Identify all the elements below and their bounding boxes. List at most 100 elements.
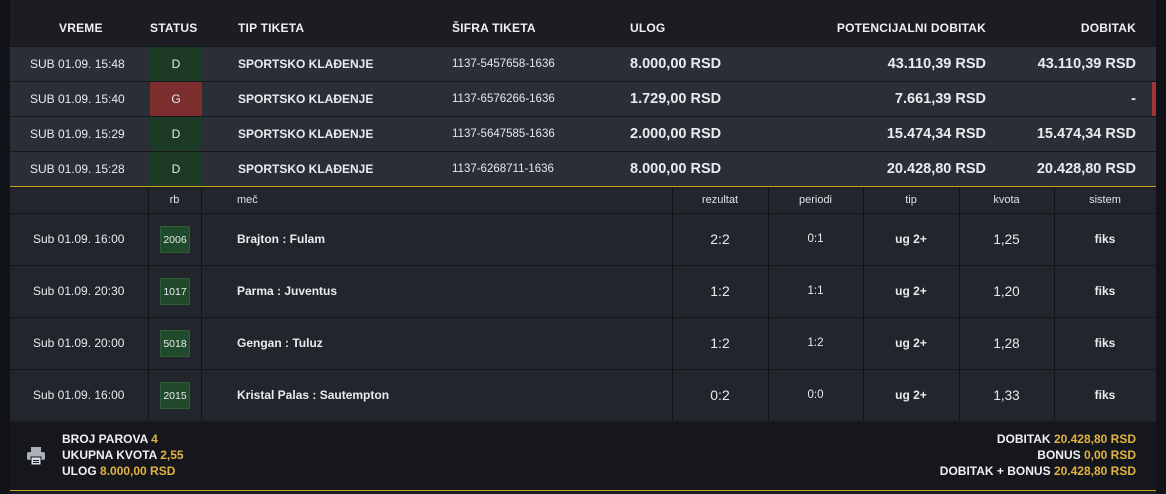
ticket-stake: 2.000,00 RSD xyxy=(630,126,722,142)
dobitak-bonus-label: DOBITAK + BONUS xyxy=(939,464,1051,478)
ticket-date: SUB 01.09. 15:29 xyxy=(30,127,125,141)
col-mec: meč xyxy=(237,194,258,206)
header-status[interactable]: STATUS xyxy=(150,10,197,46)
ticket-code: 1137-6268711-1636 xyxy=(452,163,554,175)
summary-right: DOBITAK 20.428,80 RSD BONUS 0,00 RSD DOB… xyxy=(940,431,1136,479)
match-periods: 0:1 xyxy=(807,233,824,245)
match-rb: 1017 xyxy=(160,278,190,305)
status-badge: D xyxy=(150,152,202,186)
header-sifra-tiketa[interactable]: ŠIFRA TIKETA xyxy=(452,10,536,46)
match-row: Sub 01.09. 20:00 5018 Gengan : Tuluz 1:2… xyxy=(10,317,1156,369)
ticket-stake: 8.000,00 RSD xyxy=(630,161,722,177)
ticket-code: 1137-5647585-1636 xyxy=(452,128,555,140)
ticket-type: SPORTSKO KLAĐENJE xyxy=(238,162,374,176)
col-periodi: periodi xyxy=(798,194,833,206)
header-potencijalni-dobitak[interactable]: POTENCIJALNI DOBITAK xyxy=(837,10,986,46)
ukupna-kvota-value: 2,55 xyxy=(160,448,184,462)
match-tip: ug 2+ xyxy=(895,336,927,350)
match-date: Sub 01.09. 16:00 xyxy=(33,232,125,246)
bonus-value: 0,00 RSD xyxy=(1083,448,1136,462)
left-edge xyxy=(0,0,10,494)
ticket-row[interactable]: SUB 01.09. 15:48 D SPORTSKO KLAĐENJE 113… xyxy=(10,46,1156,81)
match-name: Parma : Juventus xyxy=(237,284,338,298)
ticket-stake: 1.729,00 RSD xyxy=(630,91,722,107)
match-date: Sub 01.09. 20:00 xyxy=(33,336,125,350)
ticket-potential-win: 7.661,39 RSD xyxy=(894,91,986,107)
ticket-potential-win: 20.428,80 RSD xyxy=(886,161,986,177)
details-header: rb meč rezultat periodi tip kvota sistem xyxy=(10,188,1156,213)
ticket-code: 1137-6576266-1636 xyxy=(452,93,555,105)
expanded-divider xyxy=(10,186,1156,187)
ticket-summary: BROJ PAROVA 4 UKUPNA KVOTA 2,55 ULOG 8.0… xyxy=(10,422,1156,490)
match-odds: 1,33 xyxy=(993,388,1020,403)
tickets-panel: VREME STATUS TIP TIKETA ŠIFRA TIKETA ULO… xyxy=(10,0,1156,494)
lost-indicator xyxy=(1152,82,1156,116)
ticket-row[interactable]: SUB 01.09. 15:29 D SPORTSKO KLAĐENJE 113… xyxy=(10,116,1156,151)
ticket-type: SPORTSKO KLAĐENJE xyxy=(238,92,374,106)
match-periods: 0:0 xyxy=(807,389,824,401)
printer-icon[interactable] xyxy=(26,446,46,466)
col-sistem: sistem xyxy=(1089,194,1121,206)
match-row: Sub 01.09. 20:30 1017 Parma : Juventus 1… xyxy=(10,265,1156,317)
tickets-table-header: VREME STATUS TIP TIKETA ŠIFRA TIKETA ULO… xyxy=(10,10,1156,46)
header-ulog[interactable]: ULOG xyxy=(630,10,665,46)
match-name: Kristal Palas : Sautempton xyxy=(237,388,390,402)
dobitak-bonus-value: 20.428,80 RSD xyxy=(1053,464,1136,478)
match-system: fiks xyxy=(1094,232,1116,246)
ticket-row-expanded[interactable]: SUB 01.09. 15:28 D SPORTSKO KLAĐENJE 113… xyxy=(10,151,1156,186)
col-kvota: kvota xyxy=(993,194,1020,206)
ticket-row[interactable]: SUB 01.09. 15:40 G SPORTSKO KLAĐENJE 113… xyxy=(10,81,1156,116)
broj-parova: BROJ PAROVA 4 xyxy=(62,431,184,447)
ukupna-kvota-label: UKUPNA KVOTA xyxy=(62,448,157,462)
match-tip: ug 2+ xyxy=(895,388,927,402)
header-dobitak[interactable]: DOBITAK xyxy=(1081,10,1136,46)
bonus-label: BONUS xyxy=(1037,448,1081,462)
ticket-win: 43.110,39 RSD xyxy=(1037,56,1136,72)
match-periods: 1:2 xyxy=(807,337,824,349)
ticket-stake: 8.000,00 RSD xyxy=(630,56,722,72)
match-rb: 2015 xyxy=(160,382,190,409)
col-rb: rb xyxy=(169,194,180,206)
match-tip: ug 2+ xyxy=(895,284,927,298)
match-name: Gengan : Tuluz xyxy=(237,336,323,350)
ticket-date: SUB 01.09. 15:40 xyxy=(30,92,125,106)
ticket-date: SUB 01.09. 15:28 xyxy=(30,162,125,176)
status-badge: D xyxy=(150,117,202,151)
match-system: fiks xyxy=(1094,336,1116,350)
match-odds: 1,20 xyxy=(993,284,1020,299)
bonus: BONUS 0,00 RSD xyxy=(940,447,1136,463)
match-odds: 1,25 xyxy=(993,232,1020,247)
match-rb: 5018 xyxy=(160,330,190,357)
summary-left: BROJ PAROVA 4 UKUPNA KVOTA 2,55 ULOG 8.0… xyxy=(62,431,184,479)
match-result: 1:2 xyxy=(710,283,730,299)
ticket-date: SUB 01.09. 15:48 xyxy=(30,57,125,71)
ticket-potential-win: 15.474,34 RSD xyxy=(886,126,986,142)
status-badge: D xyxy=(150,47,202,81)
match-row: Sub 01.09. 16:00 2006 Brajton : Fulam 2:… xyxy=(10,213,1156,265)
ticket-type: SPORTSKO KLAĐENJE xyxy=(238,57,374,71)
ticket-potential-win: 43.110,39 RSD xyxy=(887,56,986,72)
match-date: Sub 01.09. 16:00 xyxy=(33,388,125,402)
col-rezultat: rezultat xyxy=(701,194,739,206)
header-vreme[interactable]: VREME xyxy=(59,10,103,46)
match-result: 0:2 xyxy=(710,387,730,403)
match-periods: 1:1 xyxy=(807,285,824,297)
ticket-win: 20.428,80 RSD xyxy=(1036,161,1136,177)
match-name: Brajton : Fulam xyxy=(237,232,326,246)
header-tip-tiketa[interactable]: TIP TIKETA xyxy=(238,10,304,46)
ulog-label: ULOG xyxy=(62,464,97,478)
match-rb: 2006 xyxy=(160,226,190,253)
right-edge xyxy=(1156,0,1166,494)
match-odds: 1,28 xyxy=(993,336,1020,351)
match-result: 1:2 xyxy=(710,335,730,351)
match-system: fiks xyxy=(1094,284,1116,298)
dobitak: DOBITAK 20.428,80 RSD xyxy=(940,431,1136,447)
ticket-type: SPORTSKO KLAĐENJE xyxy=(238,127,374,141)
match-tip: ug 2+ xyxy=(895,232,927,246)
ulog-value: 8.000,00 RSD xyxy=(100,464,176,478)
broj-parova-value: 4 xyxy=(151,432,158,446)
ticket-code: 1137-5457658-1636 xyxy=(452,58,555,70)
ukupna-kvota: UKUPNA KVOTA 2,55 xyxy=(62,447,184,463)
dobitak-value: 20.428,80 RSD xyxy=(1053,432,1136,446)
dobitak-bonus: DOBITAK + BONUS 20.428,80 RSD xyxy=(940,463,1136,479)
